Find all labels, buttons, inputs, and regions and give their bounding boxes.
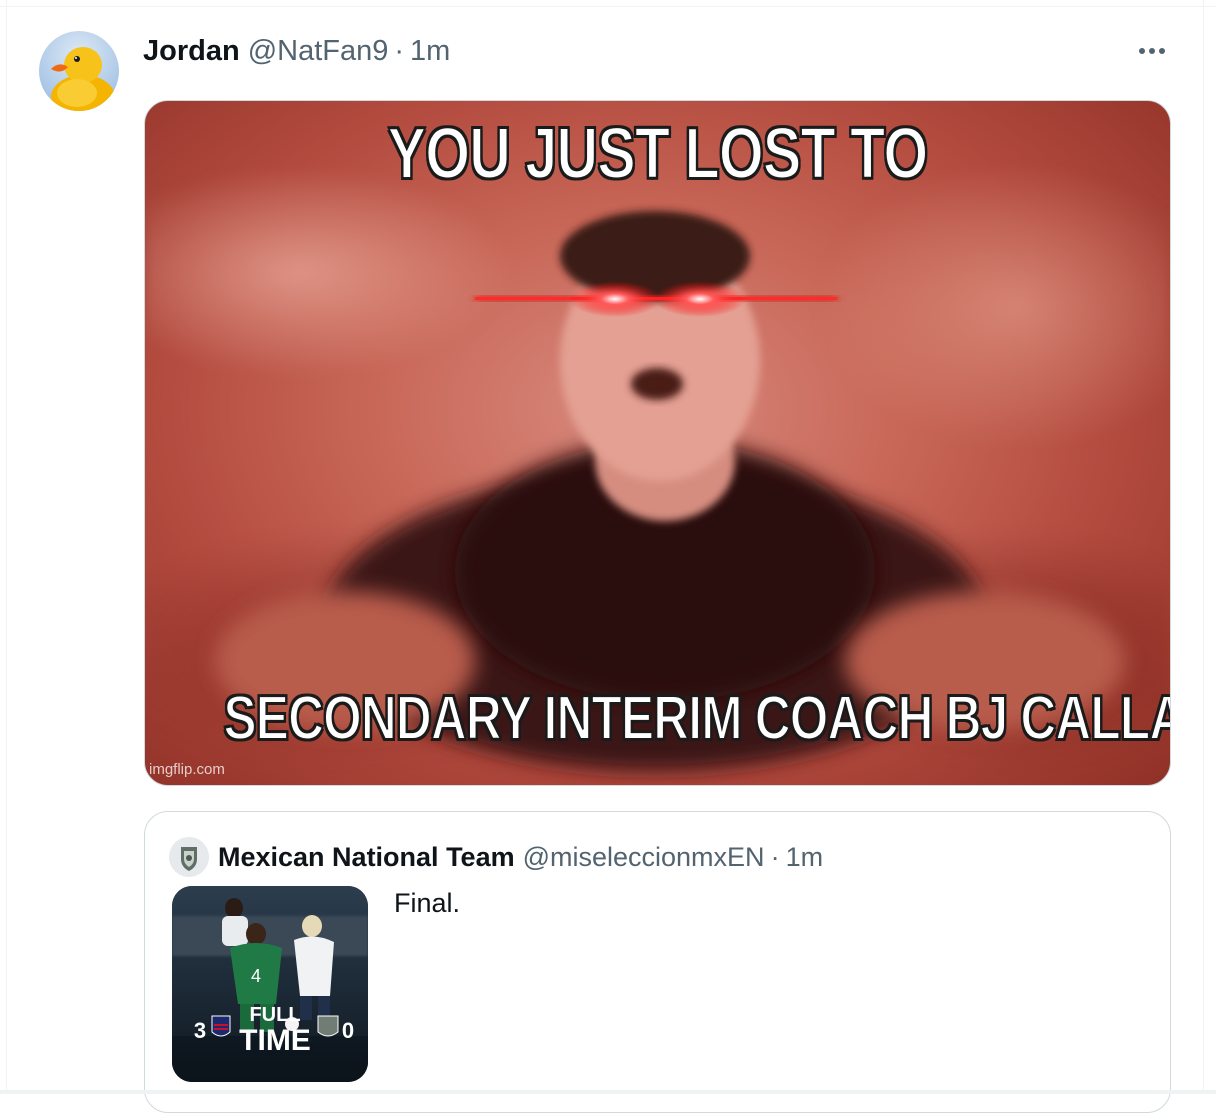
quoted-tweet-timestamp[interactable]: 1m [786,842,824,873]
right-divider [1203,0,1204,1094]
thumbnail-home-score: 3 [194,1018,206,1043]
tweet-timestamp[interactable]: 1m [410,35,450,68]
thumbnail-away-score: 0 [342,1018,354,1043]
thumbnail-headline-line1: FULL [249,1004,300,1026]
header-separator: · [394,34,405,67]
mexico-crest-icon [169,837,209,877]
thumbnail-player-number: 4 [251,966,261,986]
quoted-author-handle[interactable]: @miseleccionmxEN [523,842,765,873]
top-divider [0,0,1216,7]
quoted-author-name[interactable]: Mexican National Team [218,842,515,873]
author-avatar[interactable] [39,31,119,111]
tweet-media-image[interactable]: YOU JUST LOST TO SECONDARY INTERIM COACH… [144,100,1171,786]
tweet-header: Jordan @NatFan9 · 1m [143,32,450,70]
quoted-author-avatar[interactable] [169,837,209,877]
more-options-button[interactable] [1132,37,1172,65]
author-handle[interactable]: @NatFan9 [248,35,389,68]
quoted-tweet-thumbnail[interactable]: 4 3 0 FULL TIME [172,886,368,1082]
left-divider [6,0,7,1094]
rubber-duck-icon [51,47,115,111]
quoted-tweet-header: Mexican National Team @miseleccionmxEN ·… [218,839,823,875]
meme-top-caption: YOU JUST LOST TO [387,113,929,195]
quoted-header-separator: · [770,841,780,872]
more-horizontal-icon [1139,48,1165,54]
meme-bottom-caption: SECONDARY INTERIM COACH BJ CALLAGHAN [223,683,1170,754]
bottom-divider [0,1090,1216,1094]
quoted-tweet[interactable]: Mexican National Team @miseleccionmxEN ·… [144,811,1171,1113]
thumbnail-headline-line2: TIME [239,1024,311,1057]
full-time-graphic: 4 3 0 FULL TIME [172,886,368,1082]
author-name[interactable]: Jordan [143,35,240,68]
meme-watermark: imgflip.com [149,761,225,778]
quoted-tweet-text: Final. [394,888,461,918]
